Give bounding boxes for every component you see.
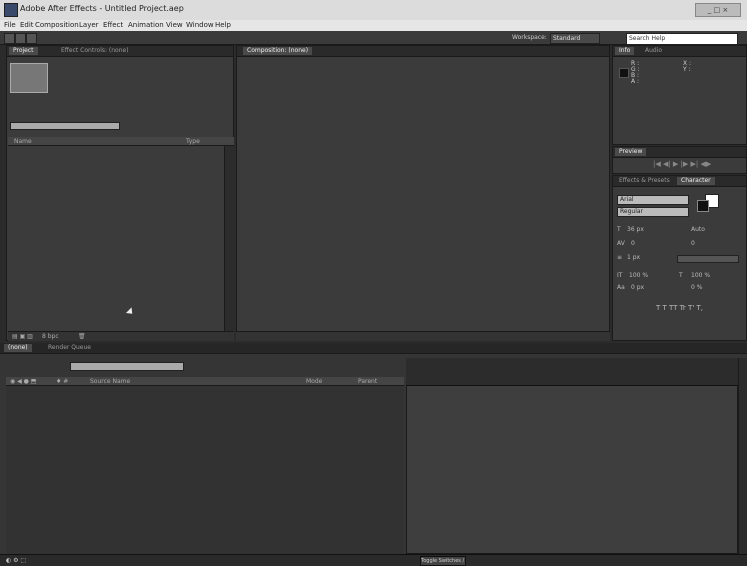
tab-effect-controls[interactable]: Effect Controls: (none) xyxy=(57,47,133,55)
preview-panel: Preview |◀ ◀| ▶ |▶ ▶| ◀▶ xyxy=(612,146,747,174)
kerning-row: AV 0 0 xyxy=(617,240,742,248)
app-icon xyxy=(4,3,18,17)
tab-info[interactable]: Info xyxy=(615,47,635,55)
baseline-value[interactable]: 0 px xyxy=(631,284,644,291)
tsume-value[interactable]: 0 % xyxy=(691,284,702,291)
info-color-swatch xyxy=(619,68,629,78)
menu-view[interactable]: View xyxy=(166,21,183,29)
column-type[interactable]: Type xyxy=(186,138,200,145)
project-tabbar: Project Effect Controls: (none) xyxy=(7,46,233,57)
column-mode[interactable]: Mode xyxy=(306,378,322,385)
column-source-name[interactable]: Source Name xyxy=(90,378,130,385)
timeline-layers-area[interactable] xyxy=(6,386,404,554)
zoom-tool-icon[interactable] xyxy=(26,33,37,44)
character-tabbar: Effects & Presets Character xyxy=(613,176,746,187)
leading-value[interactable]: Auto xyxy=(691,226,705,233)
timeline-search-input[interactable] xyxy=(70,362,184,371)
hand-tool-icon[interactable] xyxy=(15,33,26,44)
baseline-icon: Aa xyxy=(617,284,625,291)
menu-help[interactable]: Help xyxy=(215,21,231,29)
workspace-select[interactable]: Standard xyxy=(550,33,600,44)
composition-panel: Composition: (none) xyxy=(236,45,610,341)
window-controls[interactable]: _ □ × xyxy=(695,3,741,17)
baseline-row: Aa 0 px 0 % xyxy=(617,284,742,292)
tab-timeline-none[interactable]: (none) xyxy=(4,344,32,352)
timeline-ruler[interactable] xyxy=(406,358,738,386)
stroke-width-value[interactable]: 1 px xyxy=(627,254,640,261)
title-bar: Adobe After Effects - Untitled Project.a… xyxy=(0,0,747,20)
horizontal-scale-icon: T xyxy=(679,272,683,279)
menu-animation[interactable]: Animation xyxy=(128,21,164,29)
project-search-input[interactable] xyxy=(10,122,120,130)
timeline-tabbar: (none) Render Queue xyxy=(0,343,747,354)
timeline-column-header: ◉ ◀ ● ⬒ ♦ # Source Name Mode Parent xyxy=(6,377,404,386)
stroke-icon: ≡ xyxy=(617,254,623,261)
timeline-graph-area[interactable] xyxy=(406,358,738,554)
stroke-style-select[interactable] xyxy=(677,255,739,263)
project-thumbnail xyxy=(10,63,48,93)
tracking-value[interactable]: 0 xyxy=(691,240,695,247)
composition-tabbar: Composition: (none) xyxy=(237,46,609,57)
window-title: Adobe After Effects - Untitled Project.a… xyxy=(20,4,184,13)
search-help-input[interactable]: Search Help xyxy=(626,33,738,45)
tab-audio[interactable]: Audio xyxy=(641,47,666,55)
column-name[interactable]: Name xyxy=(14,138,32,145)
menu-layer[interactable]: Layer xyxy=(79,21,99,29)
project-column-header: Name Type xyxy=(8,137,234,146)
font-family-select[interactable]: Arial xyxy=(617,195,689,205)
preview-tabbar: Preview xyxy=(613,147,746,158)
font-size-value[interactable]: 36 px xyxy=(627,226,644,233)
menu-composition[interactable]: Composition xyxy=(35,21,79,29)
project-scrollbar[interactable] xyxy=(224,146,235,331)
timeline-footer: ◐ ⚙ ⬚ Toggle Switches / Modes xyxy=(0,554,747,566)
kerning-value[interactable]: 0 xyxy=(631,240,635,247)
selection-tool-icon[interactable] xyxy=(4,33,15,44)
menu-bar: File Edit Composition Layer Effect Anima… xyxy=(0,20,747,31)
vertical-scale-icon: IT xyxy=(617,272,623,279)
kerning-icon: AV xyxy=(617,240,625,247)
size-leading-row: T 36 px Auto xyxy=(617,226,742,234)
menu-edit[interactable]: Edit xyxy=(20,21,34,29)
tools-panel: Workspace: Standard Search Help xyxy=(0,31,747,45)
trash-icon[interactable]: 🗑 xyxy=(78,333,86,340)
tab-project[interactable]: Project xyxy=(9,47,38,55)
tab-preview[interactable]: Preview xyxy=(615,148,647,156)
workspace-label: Workspace: xyxy=(512,34,547,41)
menu-effect[interactable]: Effect xyxy=(103,21,123,29)
menu-window[interactable]: Window xyxy=(186,21,214,29)
font-size-icon: T xyxy=(617,226,621,233)
timeline-footer-icons[interactable]: ◐ ⚙ ⬚ xyxy=(6,557,26,564)
av-switches-icon[interactable]: ◉ ◀ ● ⬒ xyxy=(10,378,36,385)
stroke-row: ≡ 1 px xyxy=(617,254,742,263)
vertical-scale-value[interactable]: 100 % xyxy=(629,272,648,279)
scale-row: IT 100 % T 100 % xyxy=(617,272,742,280)
tab-render-queue[interactable]: Render Queue xyxy=(44,344,95,352)
interpret-footage-icon[interactable]: ▤ ▣ ▥ xyxy=(12,333,33,340)
font-style-select[interactable]: Regular xyxy=(617,207,689,217)
tab-effects-presets[interactable]: Effects & Presets xyxy=(615,177,674,185)
info-y-label: Y : xyxy=(683,66,691,73)
label-icon: ♦ # xyxy=(56,378,69,385)
preview-controls[interactable]: |◀ ◀| ▶ |▶ ▶| ◀▶ xyxy=(653,160,711,168)
menu-file[interactable]: File xyxy=(4,21,16,29)
tab-composition[interactable]: Composition: (none) xyxy=(243,47,313,55)
info-tabbar: Info Audio xyxy=(613,46,746,57)
info-panel: Info Audio R : G : B : A : X : Y : xyxy=(612,45,747,145)
tab-character[interactable]: Character xyxy=(677,177,715,185)
column-parent[interactable]: Parent xyxy=(358,378,377,385)
stroke-color-swatch[interactable] xyxy=(697,200,709,212)
bpc-label[interactable]: 8 bpc xyxy=(42,333,59,340)
info-a-label: A : xyxy=(631,78,640,85)
text-style-buttons[interactable]: T T TT Tr T' T, xyxy=(617,304,742,312)
project-footer: ▤ ▣ ▥ 8 bpc 🗑 xyxy=(8,331,234,341)
composition-footer xyxy=(236,331,610,341)
character-panel: Effects & Presets Character Arial Regula… xyxy=(612,175,747,341)
timeline-scrollbar[interactable] xyxy=(738,358,747,554)
horizontal-scale-value[interactable]: 100 % xyxy=(691,272,710,279)
